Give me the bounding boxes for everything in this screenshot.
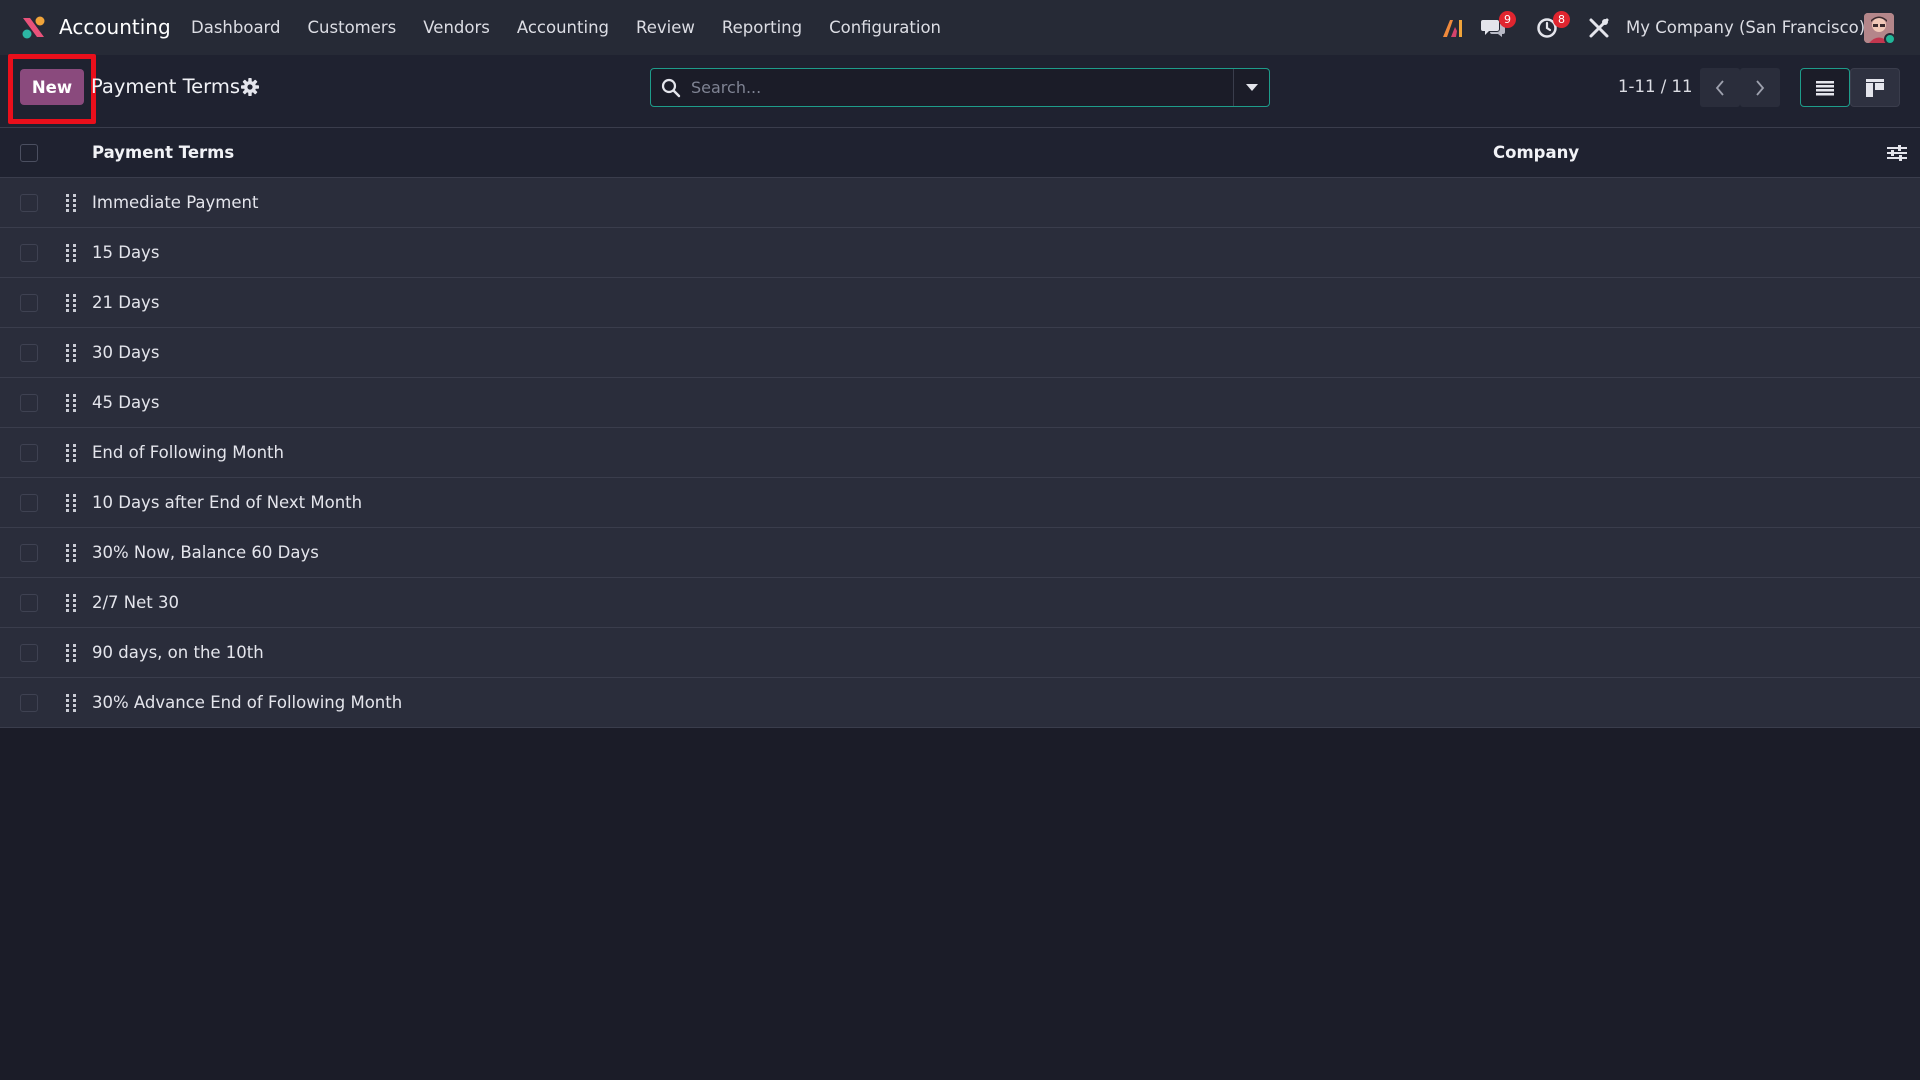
payment-term-name[interactable]: 15 Days [92,228,159,278]
payment-term-name[interactable]: 90 days, on the 10th [92,628,264,678]
select-all-checkbox[interactable] [20,144,38,162]
table-row[interactable]: 30 Days [0,328,1920,378]
drag-handle-icon[interactable] [64,393,78,413]
table-row[interactable]: 10 Days after End of Next Month [0,478,1920,528]
column-header-company[interactable]: Company [1493,128,1579,178]
table-row[interactable]: 30% Now, Balance 60 Days [0,528,1920,578]
top-navbar: Accounting Dashboard Customers Vendors A… [0,0,1920,55]
drag-handle-icon[interactable] [64,343,78,363]
payment-term-name[interactable]: Immediate Payment [92,178,258,228]
row-checkbox[interactable] [20,444,38,462]
payment-term-name[interactable]: 2/7 Net 30 [92,578,179,628]
table-row[interactable]: 15 Days [0,228,1920,278]
ai-icon[interactable] [1440,15,1466,41]
table-row[interactable]: 30% Advance End of Following Month [0,678,1920,728]
search-icon [661,78,681,98]
app-name[interactable]: Accounting [59,0,171,55]
activities-clock-icon[interactable]: 8 [1534,11,1570,41]
payment-term-name[interactable]: 30% Advance End of Following Month [92,678,402,728]
page-title: Payment Terms [91,75,240,98]
table-row[interactable]: 21 Days [0,278,1920,328]
list-header: Payment Terms Company [0,128,1920,178]
activities-count-badge: 8 [1553,11,1570,28]
menu-item-review[interactable]: Review [636,0,695,55]
gear-icon[interactable] [240,77,260,97]
search-box [650,68,1270,107]
pager-previous-button[interactable] [1700,68,1740,107]
payment-term-name[interactable]: 45 Days [92,378,159,428]
debug-tools-icon[interactable] [1586,15,1612,41]
kanban-view-icon [1866,78,1884,97]
menu-item-vendors[interactable]: Vendors [423,0,490,55]
payment-terms-list: Payment Terms Company Immediate Payment [0,128,1920,728]
new-button[interactable]: New [20,69,84,105]
chevron-right-icon [1756,79,1765,96]
drag-handle-icon[interactable] [64,643,78,663]
messages-icon[interactable]: 9 [1480,11,1516,41]
row-checkbox[interactable] [20,194,38,212]
row-checkbox[interactable] [20,244,38,262]
row-checkbox[interactable] [20,594,38,612]
payment-term-name[interactable]: 21 Days [92,278,159,328]
menu-item-reporting[interactable]: Reporting [722,0,802,55]
payment-term-name[interactable]: 30% Now, Balance 60 Days [92,528,319,578]
drag-handle-icon[interactable] [64,693,78,713]
search-options-toggle[interactable] [1233,69,1269,106]
row-checkbox[interactable] [20,344,38,362]
payment-term-name[interactable]: 30 Days [92,328,159,378]
payment-term-name[interactable]: 10 Days after End of Next Month [92,478,362,528]
list-view-button[interactable] [1800,68,1850,107]
menu-item-configuration[interactable]: Configuration [829,0,941,55]
row-checkbox[interactable] [20,494,38,512]
drag-handle-icon[interactable] [64,293,78,313]
search-input[interactable] [691,69,1211,106]
table-row[interactable]: 45 Days [0,378,1920,428]
row-checkbox[interactable] [20,694,38,712]
menu-item-customers[interactable]: Customers [308,0,397,55]
drag-handle-icon[interactable] [64,193,78,213]
drag-handle-icon[interactable] [64,243,78,263]
payment-term-name[interactable]: End of Following Month [92,428,284,478]
drag-handle-icon[interactable] [64,593,78,613]
chevron-left-icon [1715,79,1724,96]
pager-value[interactable]: 1-11 / 11 [1618,70,1693,104]
row-checkbox[interactable] [20,394,38,412]
row-checkbox[interactable] [20,294,38,312]
drag-handle-icon[interactable] [64,493,78,513]
drag-handle-icon[interactable] [64,543,78,563]
table-row[interactable]: End of Following Month [0,428,1920,478]
pager-next-button[interactable] [1740,68,1780,107]
row-checkbox[interactable] [20,544,38,562]
menu-item-dashboard[interactable]: Dashboard [191,0,281,55]
column-header-payment-terms[interactable]: Payment Terms [92,128,234,178]
online-status-dot [1884,33,1896,45]
row-checkbox[interactable] [20,644,38,662]
messages-count-badge: 9 [1499,11,1516,28]
main-menu: Dashboard Customers Vendors Accounting R… [191,0,968,55]
table-row[interactable]: 90 days, on the 10th [0,628,1920,678]
kanban-view-button[interactable] [1850,68,1900,107]
table-row[interactable]: 2/7 Net 30 [0,578,1920,628]
caret-down-icon [1245,83,1258,91]
list-view-icon [1816,80,1834,95]
optional-columns-icon[interactable] [1887,144,1907,162]
menu-item-accounting[interactable]: Accounting [517,0,609,55]
app-logo-icon[interactable] [20,14,47,41]
table-row[interactable]: Immediate Payment [0,178,1920,228]
company-switcher[interactable]: My Company (San Francisco) [1626,0,1865,55]
drag-handle-icon[interactable] [64,443,78,463]
